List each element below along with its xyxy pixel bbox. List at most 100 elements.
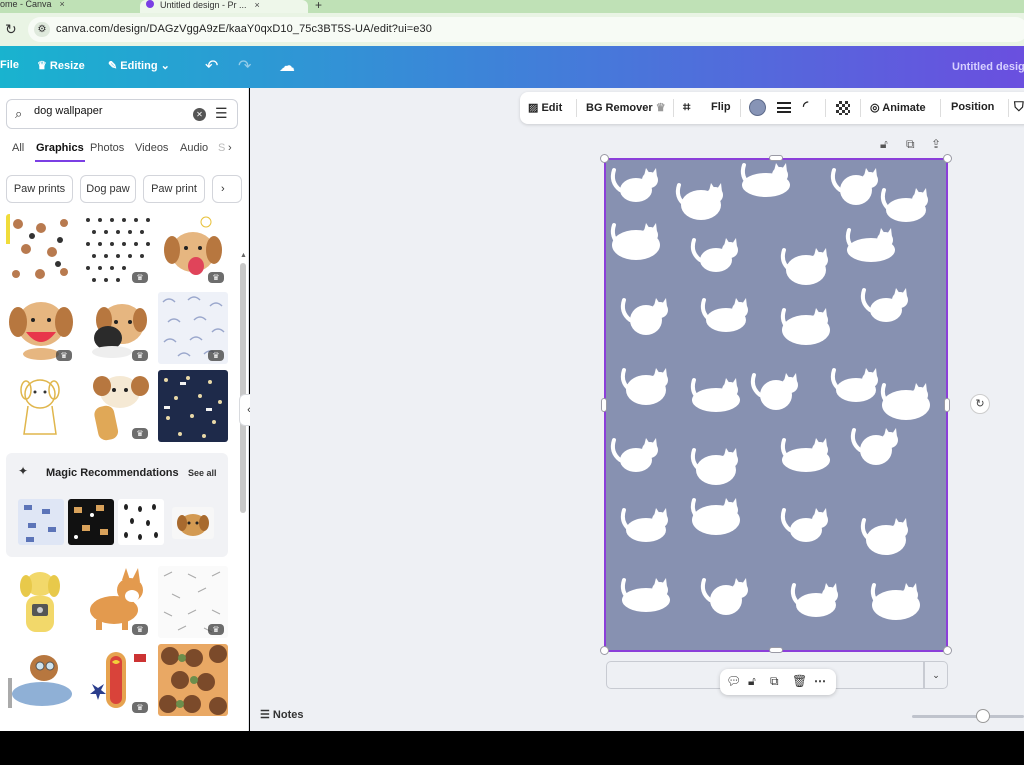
chip-paw-prints[interactable]: Paw prints <box>6 175 73 203</box>
lock-page-icon[interactable]: 🔓︎ <box>880 137 888 152</box>
border-style-icon[interactable] <box>777 102 791 113</box>
cat-doodle <box>780 508 828 542</box>
graphic-result[interactable] <box>6 566 76 638</box>
zoom-slider-thumb[interactable] <box>976 709 990 723</box>
design-page[interactable] <box>606 160 946 650</box>
reload-icon[interactable]: ↻ <box>5 21 17 38</box>
resize-handle[interactable] <box>600 646 609 655</box>
chip-dog-paw[interactable]: Dog paw <box>80 175 136 203</box>
comment-icon[interactable]: 💬︎ <box>726 674 741 688</box>
add-page-icon[interactable]: ⇪ <box>931 137 941 151</box>
tab-videos[interactable]: Videos <box>135 142 168 154</box>
color-swatch[interactable] <box>749 99 766 116</box>
graphic-result[interactable] <box>158 370 228 442</box>
close-icon[interactable]: × <box>255 0 260 10</box>
recommendation-item[interactable] <box>172 507 214 539</box>
resize-handle[interactable] <box>769 647 783 653</box>
recommendation-item[interactable] <box>68 499 114 545</box>
paint-format-icon[interactable]: ⛉ <box>1014 99 1024 115</box>
chevron-down-icon[interactable]: ⌄ <box>924 661 948 689</box>
chevron-down-icon: ⌄ <box>157 60 170 72</box>
graphic-result[interactable]: ♛ <box>82 370 152 442</box>
graphic-result[interactable] <box>158 644 228 716</box>
url-text[interactable]: canva.com/design/DAGzVggA9zE/kaaY0qxD10_… <box>56 23 432 35</box>
graphic-result[interactable]: ♛ <box>82 644 152 716</box>
cat-doodle <box>880 383 930 420</box>
duplicate-icon[interactable]: ⧉ <box>770 674 779 689</box>
resize-handle[interactable] <box>944 398 950 412</box>
notes-button[interactable]: ☰ Notes <box>260 708 303 721</box>
cat-doodle <box>780 438 830 472</box>
tab-audio[interactable]: Audio <box>180 142 208 154</box>
resize-handle[interactable] <box>601 398 607 412</box>
design-title[interactable]: Untitled design <box>952 61 1024 73</box>
editing-label: Editing <box>120 60 158 72</box>
graphic-result[interactable]: ♛ <box>158 214 228 286</box>
graphic-result[interactable]: ♛ <box>82 214 152 286</box>
recommendation-item[interactable] <box>18 499 64 545</box>
crown-icon: ♛ <box>56 350 72 361</box>
cat-doodle <box>740 163 790 197</box>
corner-rounding-icon[interactable]: ◜ <box>803 98 808 114</box>
lock-icon[interactable]: 🔓︎ <box>748 674 756 689</box>
new-tab-button[interactable]: + <box>315 0 322 12</box>
graphic-result[interactable]: ♛ <box>158 292 228 364</box>
rotate-icon[interactable]: ↻ <box>970 394 990 414</box>
chip-scroll-right-icon[interactable]: › <box>212 175 242 203</box>
browser-tab-home[interactable]: ome - Canva × <box>0 0 132 13</box>
transparency-icon[interactable] <box>836 101 850 115</box>
address-bar-row: ↻ ⚙ canva.com/design/DAGzVggA9zE/kaaY0qx… <box>0 13 1024 46</box>
recommendation-item[interactable] <box>118 499 164 545</box>
editing-mode-button[interactable]: ✎ Editing ⌄ <box>108 59 170 72</box>
filter-icon[interactable]: ☰ <box>215 105 228 122</box>
cat-pattern-graphic[interactable] <box>606 160 946 650</box>
crown-icon: ♛ <box>208 272 224 283</box>
site-info-icon[interactable]: ⚙ <box>34 22 50 37</box>
resize-button[interactable]: ♛ Resize <box>37 59 85 72</box>
chevron-right-icon[interactable]: › <box>228 142 232 154</box>
see-all-link[interactable]: See all <box>188 468 217 478</box>
graphic-result[interactable]: ♛ <box>158 566 228 638</box>
tab-more[interactable]: S <box>218 142 225 154</box>
crop-icon[interactable]: ⌗ <box>683 99 690 115</box>
edit-image-button[interactable]: ▨ Edit <box>528 101 562 114</box>
graphic-result[interactable]: ♛ <box>6 292 76 364</box>
zoom-slider[interactable] <box>912 715 1024 718</box>
redo-icon[interactable]: ↷ <box>238 56 251 76</box>
graphic-result[interactable] <box>6 370 76 442</box>
chip-paw-print[interactable]: Paw print <box>143 175 205 203</box>
undo-icon[interactable]: ↶ <box>205 56 218 76</box>
browser-tab-design[interactable]: Untitled design - Pr ... × <box>140 0 308 13</box>
resize-handle[interactable] <box>600 154 609 163</box>
graphic-result[interactable] <box>6 214 76 286</box>
animate-button[interactable]: ◎ Animate <box>870 101 926 114</box>
tab-all[interactable]: All <box>12 142 24 154</box>
cloud-saved-icon[interactable]: ☁ <box>279 56 295 76</box>
notes-icon: ☰ <box>260 709 273 721</box>
graphic-result[interactable] <box>6 644 76 716</box>
panel-scrollbar[interactable] <box>240 263 246 513</box>
cat-doodle <box>620 368 668 405</box>
graphic-result[interactable]: ♛ <box>82 566 152 638</box>
flip-button[interactable]: Flip <box>711 101 731 113</box>
tab-graphics[interactable]: Graphics <box>36 142 84 154</box>
omnibox[interactable]: ⚙ canva.com/design/DAGzVggA9zE/kaaY0qxD1… <box>28 17 1024 42</box>
more-icon[interactable]: ⋯ <box>814 674 826 688</box>
delete-icon[interactable]: 🗑︎ <box>792 674 807 688</box>
graphic-result[interactable]: ♛ <box>82 292 152 364</box>
animate-label: Animate <box>882 102 926 114</box>
duplicate-page-icon[interactable]: ⧉ <box>906 137 915 152</box>
clear-search-icon[interactable]: ✕ <box>193 108 206 121</box>
crown-icon: ♛ <box>208 350 224 361</box>
bg-remover-button[interactable]: BG Remover ♛ <box>586 101 666 114</box>
file-menu-button[interactable]: File <box>0 59 19 71</box>
close-icon[interactable]: × <box>60 0 65 9</box>
resize-handle[interactable] <box>943 646 952 655</box>
resize-handle[interactable] <box>769 155 783 161</box>
search-input[interactable] <box>34 105 184 117</box>
scroll-up-icon[interactable]: ▲ <box>240 252 247 259</box>
tab-photos[interactable]: Photos <box>90 142 124 154</box>
position-button[interactable]: Position <box>951 101 994 113</box>
cat-doodle <box>675 183 723 220</box>
resize-handle[interactable] <box>943 154 952 163</box>
